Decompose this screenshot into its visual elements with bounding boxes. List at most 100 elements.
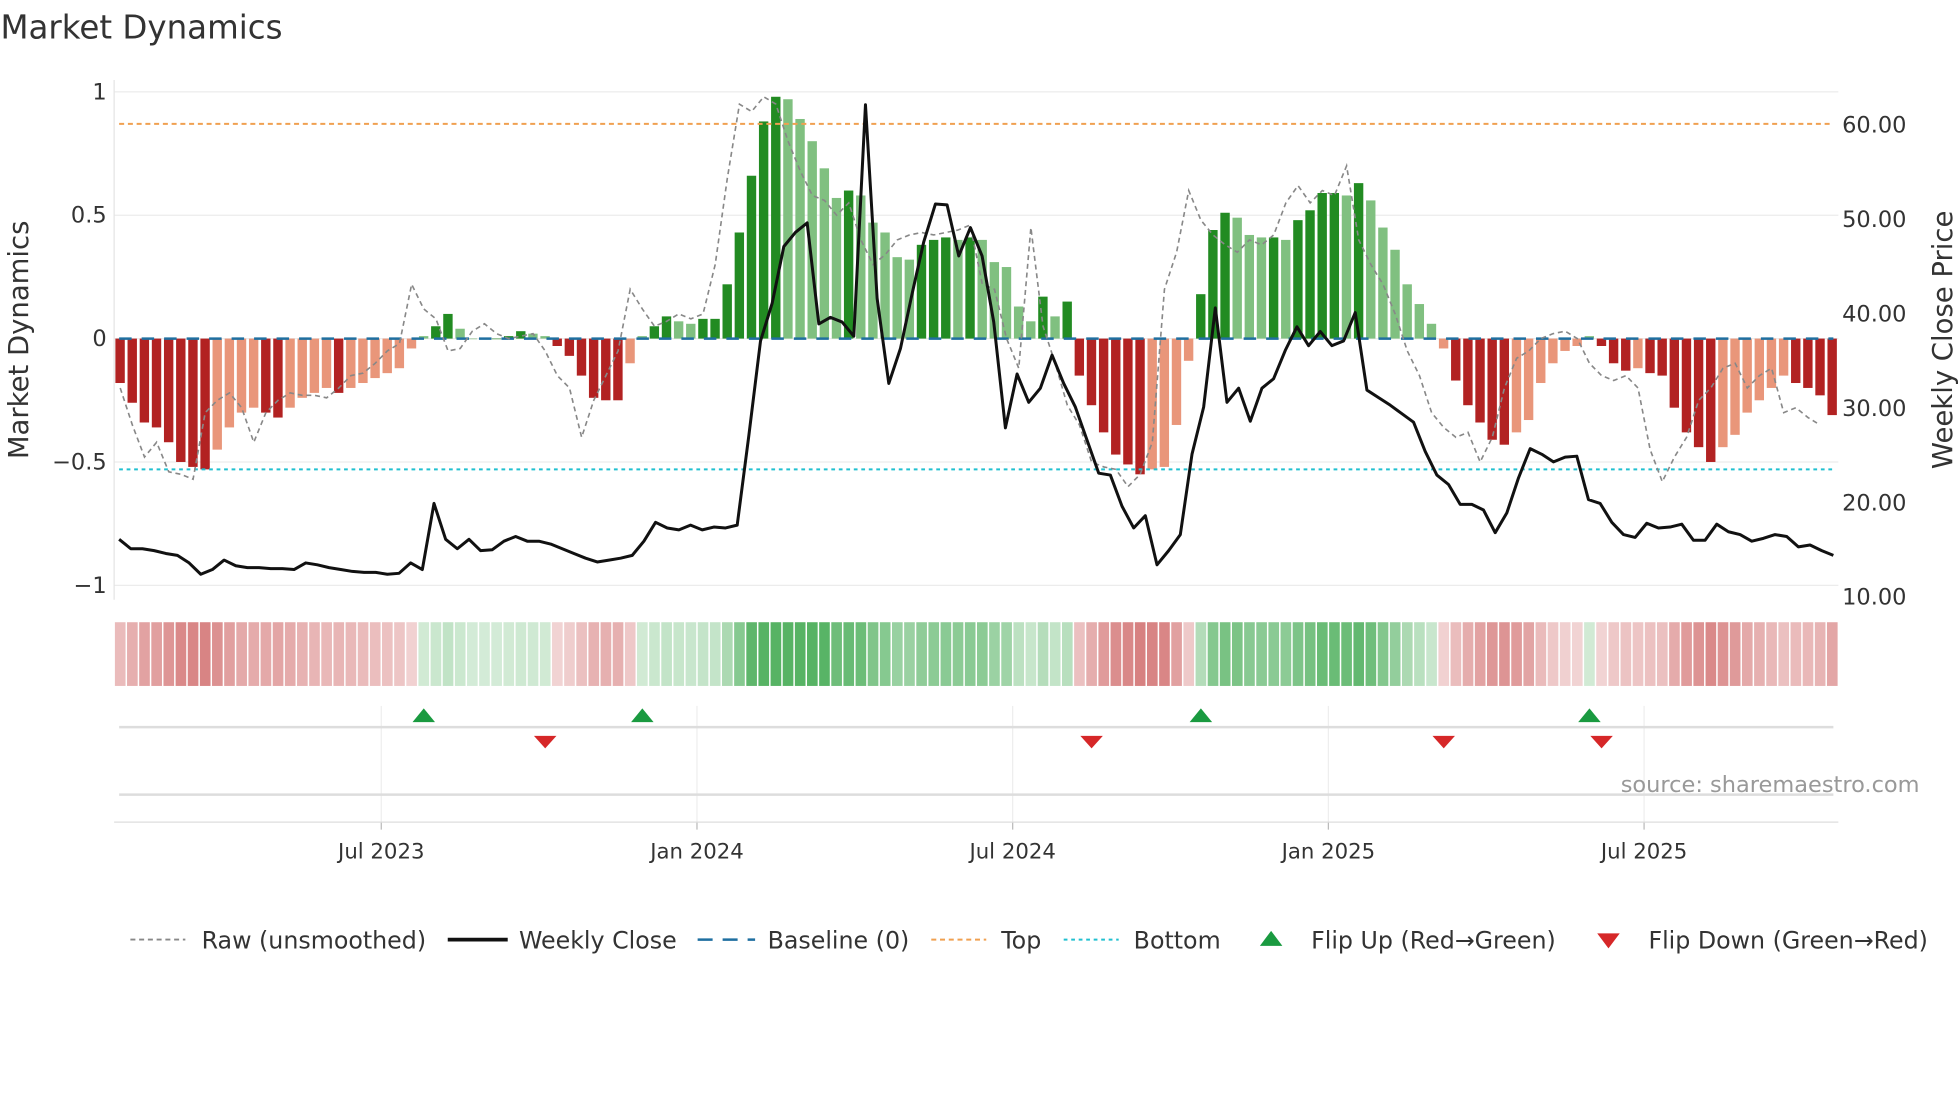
- regime-cell: [1061, 622, 1073, 686]
- regime-cell: [588, 622, 600, 686]
- regime-cell: [1268, 622, 1280, 686]
- dynamics-bar: [1657, 338, 1667, 376]
- series-lines: [118, 95, 1834, 576]
- regime-cell: [369, 622, 381, 686]
- dynamics-bar: [127, 338, 137, 403]
- regime-cell: [321, 622, 332, 686]
- x-tick-label: Jul 2023: [336, 839, 424, 864]
- dynamics-bar: [1414, 304, 1425, 339]
- regime-cell: [1049, 622, 1061, 686]
- flip-down-marker: [1080, 735, 1103, 749]
- regime-cell: [867, 622, 879, 686]
- dynamics-bar: [1803, 338, 1813, 388]
- regime-cell: [1280, 622, 1292, 686]
- regime-cell: [114, 622, 126, 686]
- dynamics-bar: [1026, 321, 1036, 339]
- regime-cell: [1086, 622, 1097, 686]
- regime-cell: [843, 622, 855, 686]
- regime-cell: [1596, 622, 1607, 686]
- regime-cell: [673, 622, 685, 686]
- dynamics-bar: [1402, 284, 1412, 339]
- dynamics-bar: [431, 326, 441, 339]
- dynamics-bar: [321, 338, 332, 388]
- regime-cell: [904, 622, 915, 686]
- regime-cell: [503, 622, 515, 686]
- dynamics-bar: [1341, 195, 1352, 339]
- regime-cell: [1729, 622, 1741, 686]
- dynamics-bar: [1778, 338, 1789, 376]
- regime-cell: [1159, 622, 1170, 686]
- dynamics-bar: [1754, 338, 1765, 401]
- regime-cell: [1037, 622, 1049, 686]
- dynamics-bar: [370, 338, 380, 379]
- y2-axis-label: Weekly Close Price: [1927, 211, 1959, 469]
- regime-cell: [879, 622, 891, 686]
- y-tick-label: 1: [92, 79, 106, 105]
- dynamics-bar: [236, 338, 247, 413]
- regime-cell: [1353, 622, 1365, 686]
- regime-cell: [964, 622, 976, 686]
- regime-cell: [576, 622, 587, 686]
- dynamics-bar: [1438, 338, 1449, 349]
- chart-title: Market Dynamics: [0, 9, 282, 47]
- regime-cell: [1074, 622, 1085, 686]
- regime-cell: [442, 622, 454, 686]
- dynamics-bar: [710, 318, 720, 339]
- regime-cell: [1681, 622, 1692, 686]
- dynamics-bar: [1791, 338, 1801, 384]
- dynamics-bar: [576, 338, 587, 376]
- regime-cell: [1292, 622, 1304, 686]
- dynamics-bar: [1074, 338, 1085, 376]
- source-label: source: sharemaestro.com: [1621, 772, 1920, 798]
- reference-lines: [119, 122, 1834, 471]
- regime-cell: [1389, 622, 1401, 686]
- y-axis-label: Market Dynamics: [3, 221, 35, 460]
- dynamics-bar: [1730, 338, 1740, 435]
- regime-cell: [807, 622, 818, 686]
- dynamics-bar: [1256, 237, 1267, 339]
- dynamics-bar: [1475, 338, 1485, 423]
- regime-cell: [637, 622, 648, 686]
- regime-cell: [1341, 622, 1352, 686]
- dynamics-bar: [1220, 212, 1230, 339]
- dynamics-bar: [248, 338, 259, 408]
- regime-cell: [272, 622, 284, 686]
- dynamics-bar: [1693, 338, 1704, 448]
- regime-cell: [127, 622, 138, 686]
- regime-cell: [564, 622, 575, 686]
- regime-cell: [236, 622, 247, 686]
- x-tick-label: Jul 2025: [1599, 839, 1687, 864]
- regime-cell: [855, 622, 867, 686]
- dynamics-bar: [1463, 338, 1473, 406]
- regime-cell: [1414, 622, 1425, 686]
- regime-cell: [1231, 622, 1243, 686]
- regime-cell: [758, 622, 770, 686]
- regime-cell: [734, 622, 745, 686]
- dynamics-bar: [1560, 338, 1570, 351]
- dynamics-bar: [941, 237, 951, 339]
- regime-cell: [1644, 622, 1656, 686]
- y-tick-label: 0: [92, 326, 106, 352]
- x-tick-label: Jul 2024: [967, 839, 1055, 864]
- regime-cell: [746, 622, 757, 686]
- regime-cell: [685, 622, 697, 686]
- regime-cell: [1584, 622, 1595, 686]
- y-tick-label: 0.5: [71, 203, 107, 229]
- dynamics-bar: [1390, 249, 1400, 339]
- regime-cell: [928, 622, 940, 686]
- dynamics-bar: [1159, 338, 1170, 467]
- dynamics-bar: [1706, 338, 1716, 462]
- regime-cell: [1171, 622, 1182, 686]
- regime-cell: [1559, 622, 1571, 686]
- flip-up-marker: [1189, 708, 1213, 723]
- regime-cell: [1547, 622, 1559, 686]
- regime-cell: [697, 622, 709, 686]
- dynamics-bar: [1050, 316, 1060, 339]
- regime-cell: [1244, 622, 1255, 686]
- regime-cell: [1741, 622, 1753, 686]
- regime-cell: [1717, 622, 1729, 686]
- dynamics-bar: [273, 338, 283, 418]
- dynamics-bar: [1001, 267, 1012, 339]
- regime-cell: [430, 622, 442, 686]
- dynamics-bar: [1523, 338, 1534, 421]
